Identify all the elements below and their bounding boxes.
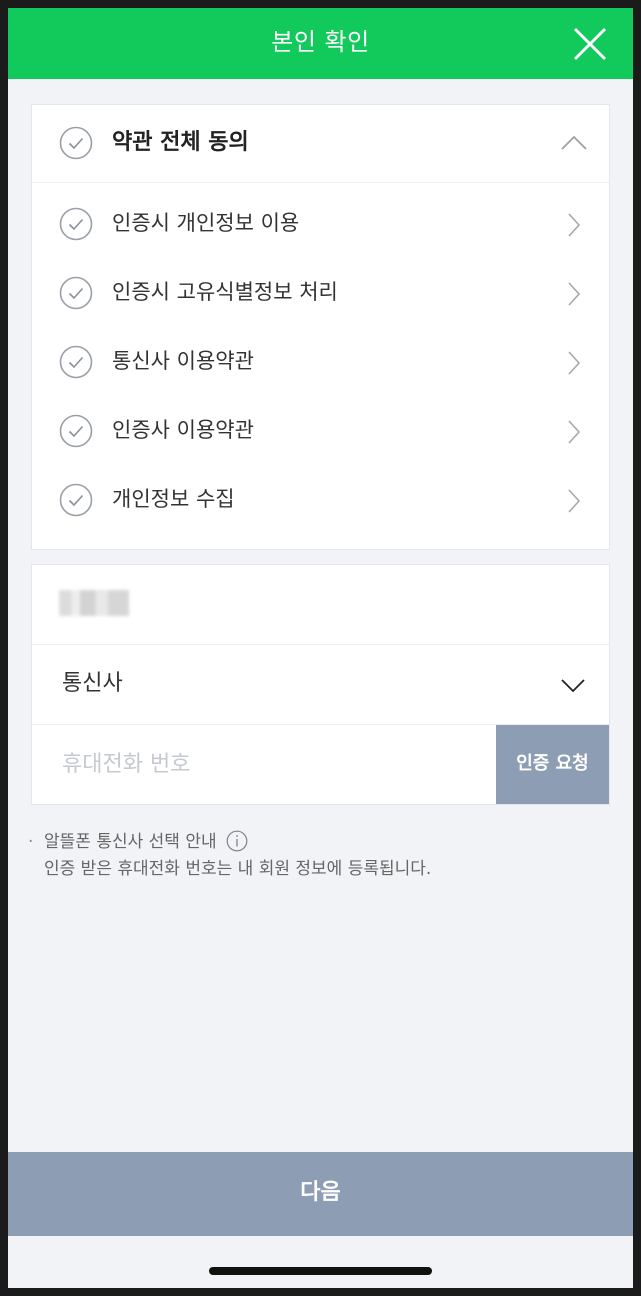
chevron-right-icon[interactable] (565, 349, 583, 377)
chevron-down-icon (561, 679, 585, 693)
check-circle-icon[interactable] (59, 126, 93, 160)
close-icon (573, 27, 607, 61)
carrier-select[interactable]: 통신사 (32, 645, 609, 725)
term-item-label: 인증시 개인정보 이용 (112, 211, 300, 235)
chevron-right-icon[interactable] (565, 211, 583, 239)
carrier-select-label: 통신사 (62, 671, 123, 696)
term-item-personal-info-use[interactable]: 인증시 개인정보 이용 (32, 183, 609, 252)
mvno-guide-row: · 알뜰폰 통신사 선택 안내 (28, 828, 618, 856)
term-item-label: 개인정보 수집 (112, 487, 235, 511)
request-verification-button[interactable]: 인증 요청 (496, 725, 609, 804)
term-item-carrier-terms[interactable]: 통신사 이용약관 (32, 321, 609, 390)
check-circle-icon[interactable] (59, 483, 93, 517)
term-item-label: 인증사 이용약관 (112, 418, 254, 442)
next-button[interactable]: 다음 (8, 1152, 633, 1236)
agree-all-row[interactable]: 약관 전체 동의 (32, 105, 609, 183)
term-item-auth-provider-terms[interactable]: 인증사 이용약관 (32, 390, 609, 459)
bullet: · (28, 832, 34, 852)
chevron-right-icon[interactable] (565, 487, 583, 515)
notes-section: · 알뜰폰 통신사 선택 안내 인증 받은 휴대전화 번호는 내 회원 정보에 등… (28, 828, 618, 884)
term-item-personal-info-collection[interactable]: 개인정보 수집 (32, 459, 609, 528)
agree-all-label: 약관 전체 동의 (112, 130, 249, 155)
check-circle-icon[interactable] (59, 207, 93, 241)
chevron-right-icon[interactable] (565, 418, 583, 446)
mvno-guide-label[interactable]: 알뜰폰 통신사 선택 안내 (44, 832, 217, 852)
home-indicator (209, 1267, 432, 1275)
identity-verification-screen: 본인 확인 약관 전체 동의 인증시 개인정보 이용 인증시 고유식별정보 처리… (8, 8, 633, 1288)
close-button[interactable] (570, 24, 610, 64)
chevron-right-icon[interactable] (565, 280, 583, 308)
name-field[interactable] (32, 565, 609, 645)
phone-row: 인증 요청 (32, 725, 609, 804)
term-item-label: 인증시 고유식별정보 처리 (112, 280, 338, 304)
term-item-unique-id-processing[interactable]: 인증시 고유식별정보 처리 (32, 252, 609, 321)
term-item-label: 통신사 이용약관 (112, 349, 254, 373)
page-title: 본인 확인 (271, 28, 370, 56)
check-circle-icon[interactable] (59, 345, 93, 379)
check-circle-icon[interactable] (59, 414, 93, 448)
check-circle-icon[interactable] (59, 276, 93, 310)
terms-agreement-card: 약관 전체 동의 인증시 개인정보 이용 인증시 고유식별정보 처리 통신사 이… (31, 104, 610, 550)
registration-note: 인증 받은 휴대전화 번호는 내 회원 정보에 등록됩니다. (44, 859, 432, 879)
chevron-up-icon[interactable] (559, 131, 589, 155)
info-icon[interactable] (226, 830, 248, 852)
phone-number-input[interactable] (32, 725, 495, 804)
verification-form-card: 통신사 인증 요청 (31, 564, 610, 805)
header-bar: 본인 확인 (8, 8, 633, 79)
blurred-name-value (59, 590, 129, 616)
